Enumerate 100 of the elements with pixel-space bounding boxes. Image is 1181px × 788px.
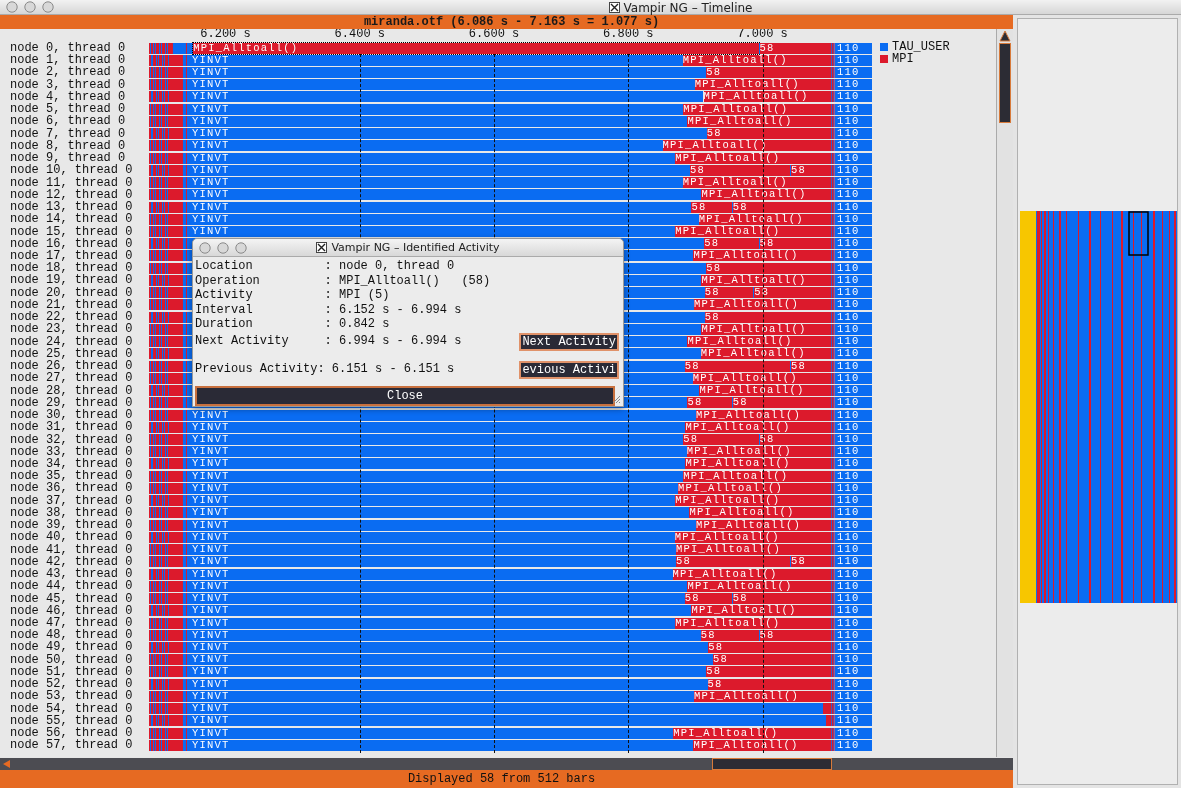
mpi-segment[interactable]: MPI_Alltoall() [701, 323, 831, 335]
tau-user-segment[interactable]: 110 [835, 507, 872, 519]
tau-user-segment[interactable]: 110 [835, 666, 872, 678]
tau-user-segment[interactable]: YINVT [189, 458, 686, 470]
tau-user-segment[interactable]: YINVT [189, 177, 683, 189]
tau-user-segment[interactable]: 110 [835, 446, 872, 458]
mpi-segment[interactable]: MPI_Alltoall() [703, 91, 831, 103]
tau-user-segment[interactable]: YINVT [189, 617, 676, 629]
mpi-segment[interactable]: MPI_Alltoall() [673, 727, 831, 739]
tau-user-segment[interactable]: YINVT [189, 568, 673, 580]
tau-user-segment[interactable]: YINVT [189, 605, 692, 617]
tau-user-segment[interactable]: 110 [835, 531, 872, 543]
tau-user-segment[interactable]: YINVT [189, 666, 707, 678]
tau-user-segment[interactable]: 110 [835, 262, 872, 274]
mpi-segment[interactable]: MPI_Alltoall() [687, 580, 831, 592]
mpi-segment[interactable]: MPI_Alltoall() [675, 617, 831, 629]
tau-user-segment[interactable]: YINVT [189, 727, 674, 739]
mpi-segment[interactable]: 58 [731, 593, 831, 605]
mpi-segment[interactable]: MPI_Alltoall() [701, 189, 831, 201]
tau-user-segment[interactable]: 110 [835, 458, 872, 470]
tau-user-segment[interactable]: 110 [835, 177, 872, 189]
tau-user-segment[interactable]: 110 [835, 495, 872, 507]
tau-user-segment[interactable]: 110 [835, 189, 872, 201]
vertical-scrollbar[interactable] [996, 29, 1013, 757]
tau-user-segment[interactable]: YINVT [189, 703, 823, 715]
mpi-segment[interactable]: MPI_Alltoall() [683, 470, 831, 482]
tau-user-segment[interactable]: YINVT [189, 739, 694, 751]
tau-user-segment[interactable]: YINVT [189, 556, 676, 568]
mpi-segment[interactable]: MPI_Alltoall() [691, 605, 831, 617]
mpi-segment[interactable]: MPI_Alltoall() [685, 458, 831, 470]
tau-user-segment[interactable]: 110 [835, 140, 872, 152]
tau-user-segment[interactable]: 110 [835, 519, 872, 531]
tau-user-segment[interactable]: YINVT [189, 226, 676, 237]
tau-user-segment[interactable]: YINVT [189, 103, 684, 115]
navigation-button[interactable]: evious Activi [519, 360, 619, 379]
mpi-segment[interactable]: MPI_Alltoall() [692, 372, 831, 384]
mpi-segment[interactable]: MPI_Alltoall() [686, 446, 831, 458]
tau-user-segment[interactable]: 110 [835, 66, 872, 78]
mpi-segment[interactable]: MPI_Alltoall() [694, 299, 831, 311]
tau-user-segment[interactable]: YINVT [189, 201, 692, 213]
tau-user-segment[interactable]: 110 [835, 421, 872, 433]
tau-user-segment[interactable]: YINVT [189, 531, 675, 543]
mpi-segment[interactable]: MPI_Alltoall() [193, 42, 759, 54]
tau-user-segment[interactable]: 110 [835, 311, 872, 323]
tau-user-segment[interactable]: 110 [835, 274, 872, 286]
mpi-segment[interactable]: MPI_Alltoall() [687, 115, 831, 127]
mpi-segment[interactable]: MPI_Alltoall() [698, 213, 831, 225]
mpi-segment[interactable]: 58 [684, 593, 732, 605]
mpi-segment[interactable]: 58 [706, 262, 831, 274]
mpi-segment[interactable]: 58 [731, 201, 831, 213]
tau-user-segment[interactable]: YINVT [189, 593, 685, 605]
mpi-segment[interactable]: MPI_Alltoall() [700, 348, 831, 360]
mpi-segment[interactable]: 58 [691, 201, 732, 213]
resize-grip-icon[interactable] [611, 393, 621, 404]
window-buttons-icon[interactable] [199, 241, 249, 254]
tau-user-segment[interactable]: YINVT [189, 421, 686, 433]
scroll-thumb[interactable] [712, 758, 832, 770]
tau-user-segment[interactable]: 110 [835, 103, 872, 115]
mpi-segment[interactable]: 58 [731, 397, 831, 409]
tau-user-segment[interactable]: YINVT [189, 79, 695, 91]
mpi-segment[interactable]: 58 [790, 164, 831, 176]
mpi-segment[interactable]: 58 [704, 311, 831, 323]
navigation-button[interactable]: Next Activity [519, 332, 619, 351]
mpi-segment[interactable]: MPI_Alltoall() [672, 568, 831, 580]
mpi-segment[interactable]: 58 [687, 397, 732, 409]
tau-user-segment[interactable]: 110 [835, 213, 872, 225]
tau-user-segment[interactable]: YINVT [189, 409, 697, 421]
tau-user-segment[interactable]: 110 [835, 226, 872, 237]
mpi-segment[interactable]: MPI_Alltoall() [683, 103, 831, 115]
mpi-segment[interactable]: MPI_Alltoall() [662, 140, 831, 152]
mpi-segment[interactable]: 58 [706, 66, 831, 78]
tau-user-segment[interactable]: 110 [835, 544, 872, 556]
mpi-segment[interactable]: MPI_Alltoall() [675, 544, 831, 556]
mpi-segment[interactable]: MPI_Alltoall() [682, 54, 831, 66]
mpi-segment[interactable] [823, 703, 831, 715]
mpi-segment[interactable]: 58 [690, 164, 791, 176]
tau-user-segment[interactable]: 110 [835, 372, 872, 384]
overview-drawing[interactable] [1020, 210, 1177, 603]
tau-user-segment[interactable]: 110 [835, 605, 872, 617]
tau-user-segment[interactable]: 110 [835, 690, 872, 702]
tau-user-segment[interactable]: YINVT [189, 470, 684, 482]
window-buttons-icon[interactable] [6, 1, 56, 13]
tau-user-segment[interactable]: YINVT [189, 690, 695, 702]
tau-user-segment[interactable]: 110 [835, 164, 872, 176]
tau-user-segment[interactable]: YINVT [189, 678, 708, 690]
tau-user-segment[interactable]: YINVT [189, 446, 687, 458]
tau-user-segment[interactable]: YINVT [189, 213, 699, 225]
mpi-segment[interactable]: 58 [684, 360, 791, 372]
mpi-segment[interactable]: 58 [707, 678, 831, 690]
tau-user-segment[interactable]: 110 [835, 568, 872, 580]
mpi-segment[interactable]: 58 [683, 434, 759, 445]
mpi-segment[interactable]: 58 [700, 629, 759, 641]
tau-user-segment[interactable]: YINVT [189, 128, 707, 140]
tau-user-segment[interactable]: 110 [835, 739, 872, 751]
tau-user-segment[interactable]: 110 [835, 470, 872, 482]
mpi-segment[interactable]: MPI_Alltoall() [674, 531, 831, 543]
horizontal-scrollbar[interactable] [0, 758, 1013, 770]
tau-user-segment[interactable]: 110 [835, 556, 872, 568]
tau-user-segment[interactable]: YINVT [189, 715, 826, 727]
mpi-segment[interactable]: MPI_Alltoall() [696, 519, 831, 531]
